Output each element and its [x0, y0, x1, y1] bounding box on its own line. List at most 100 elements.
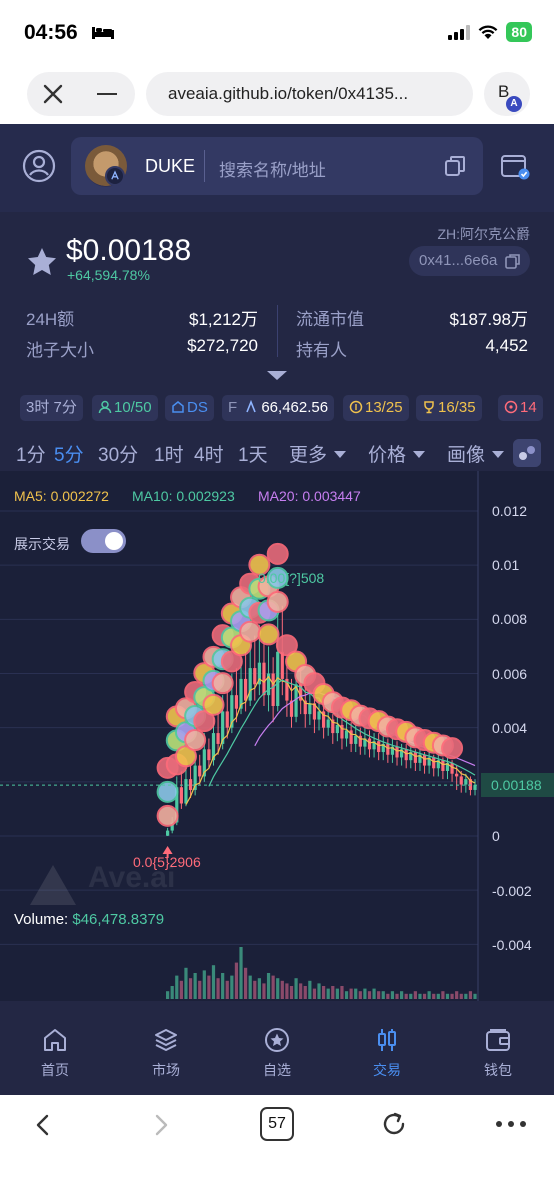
contract-address-pill[interactable]: 0x41...6e6a: [409, 246, 530, 276]
chart-tools-icon[interactable]: [513, 439, 541, 467]
candle-body: [450, 762, 454, 774]
volume-bar: [367, 991, 372, 999]
back-icon[interactable]: [32, 1113, 54, 1137]
volume-bar: [234, 962, 239, 999]
ds-chip[interactable]: DS: [165, 395, 214, 421]
timeframe-1m[interactable]: 1分: [16, 440, 46, 467]
more-icon[interactable]: [496, 1121, 526, 1127]
age-chip[interactable]: 3时 7分: [20, 395, 83, 421]
volume-bar: [409, 993, 413, 999]
tab-home[interactable]: 首页: [20, 1027, 90, 1080]
wallet-icon[interactable]: [500, 151, 530, 181]
stat-value: 4,452: [485, 336, 528, 355]
tab-count-button[interactable]: 57: [260, 1107, 294, 1141]
candle-body: [459, 776, 463, 785]
volume-title: Volume:: [14, 911, 69, 928]
trade-marker: [184, 729, 207, 752]
forward-icon[interactable]: [150, 1113, 172, 1137]
show-trades-toggle[interactable]: [81, 529, 126, 553]
chip-text: 16/35: [438, 399, 476, 416]
timeframe-4h[interactable]: 4时: [194, 440, 224, 467]
volume-bar: [230, 975, 234, 999]
tab-label: 市场: [152, 1062, 180, 1078]
close-icon[interactable]: [41, 82, 65, 106]
alert-chip[interactable]: 14: [498, 395, 543, 421]
holders-chip[interactable]: 10/50: [92, 395, 158, 421]
volume-bar: [390, 991, 395, 999]
search-input[interactable]: 搜索名称/地址: [219, 156, 326, 181]
stat-label: 流通市值: [296, 310, 364, 329]
y-tick-label: 0.012: [492, 503, 528, 519]
candle-body: [422, 754, 427, 766]
trophy-icon: [424, 401, 434, 414]
tab-watchlist[interactable]: 自选: [242, 1027, 312, 1080]
minimize-icon[interactable]: [97, 93, 117, 95]
volume-bar: [326, 988, 330, 999]
reload-icon[interactable]: [381, 1111, 407, 1137]
profile-dropdown[interactable]: 画像: [447, 440, 505, 467]
tab-label: 交易: [373, 1062, 401, 1078]
volume-bar: [422, 993, 427, 999]
bag-chip[interactable]: 13/25: [343, 395, 409, 421]
trade-marker: [441, 737, 464, 760]
copy-address-icon[interactable]: [504, 252, 522, 270]
profile-button[interactable]: B A: [484, 72, 530, 116]
volume-bar: [193, 973, 197, 999]
volume-bar: [166, 991, 170, 999]
volume-bar: [464, 993, 468, 999]
candle-body: [317, 711, 321, 720]
fund-chip[interactable]: F 66,462.56: [222, 395, 335, 421]
candle-body: [308, 703, 312, 715]
price-dropdown[interactable]: 价格: [368, 440, 426, 467]
ave-icon: [246, 399, 257, 413]
candle-body: [188, 779, 193, 790]
candle-body: [234, 695, 239, 709]
timeframe-bar: 1分 5分 30分 1时 4时 1天 更多 价格 画像: [0, 436, 554, 468]
candle-body: [253, 668, 257, 685]
candle-body: [377, 741, 381, 753]
volume-bar: [299, 983, 303, 999]
volume-label: Volume: $46,478.8379: [14, 911, 164, 928]
search-divider: [204, 150, 205, 182]
candle-body: [404, 749, 408, 761]
token-search-bar[interactable]: DUKE 搜索名称/地址: [71, 137, 483, 195]
timeframe-30m[interactable]: 30分: [98, 440, 138, 467]
stat-value: $272,720: [187, 336, 258, 355]
chevron-down-icon: [334, 451, 347, 458]
timeframe-1d[interactable]: 1天: [238, 440, 268, 467]
volume-bar: [248, 975, 252, 999]
expand-caret-icon[interactable]: [267, 371, 287, 380]
volume-bar: [455, 991, 459, 999]
volume-bar: [303, 986, 307, 999]
volume-bar: [175, 975, 179, 999]
tab-trade[interactable]: 交易: [352, 1027, 422, 1080]
favorite-star-icon[interactable]: [26, 246, 58, 278]
price-chart[interactable]: MA5: 0.002272 MA10: 0.002923 MA20: 0.003…: [0, 471, 554, 1001]
url-field[interactable]: aveaia.github.io/token/0x4135...: [146, 72, 473, 116]
alert-icon: [504, 400, 518, 414]
trade-marker: [202, 693, 225, 716]
price-change: +64,594.78%: [67, 267, 150, 283]
tab-wallet[interactable]: 钱包: [463, 1027, 533, 1080]
ave-logo-watermark: [30, 865, 76, 905]
info-chips: 3时 7分 10/50 DS F 66,462.56 13/25 16/35 1…: [20, 395, 554, 423]
volume-bar: [386, 993, 390, 999]
profile-badge-icon: A: [506, 96, 522, 112]
timeframe-5m[interactable]: 5分: [54, 440, 84, 467]
volume-bar: [322, 986, 326, 999]
volume-bar: [221, 973, 225, 999]
y-tick-label: -0.004: [492, 937, 532, 953]
trade-marker: [257, 623, 280, 646]
stat-label: 24H额: [26, 310, 75, 329]
y-tick-label: -0.002: [492, 883, 532, 899]
volume-bar: [432, 993, 436, 999]
tab-market[interactable]: 市场: [131, 1027, 201, 1080]
copy-icon[interactable]: [443, 154, 467, 178]
candle-body: [184, 779, 188, 804]
more-dropdown[interactable]: 更多: [289, 440, 347, 467]
trade-marker: [211, 672, 234, 695]
trophy-chip[interactable]: 16/35: [416, 395, 482, 421]
dropdown-label: 画像: [447, 445, 486, 466]
user-icon[interactable]: [22, 149, 56, 183]
timeframe-1h[interactable]: 1时: [154, 440, 184, 467]
